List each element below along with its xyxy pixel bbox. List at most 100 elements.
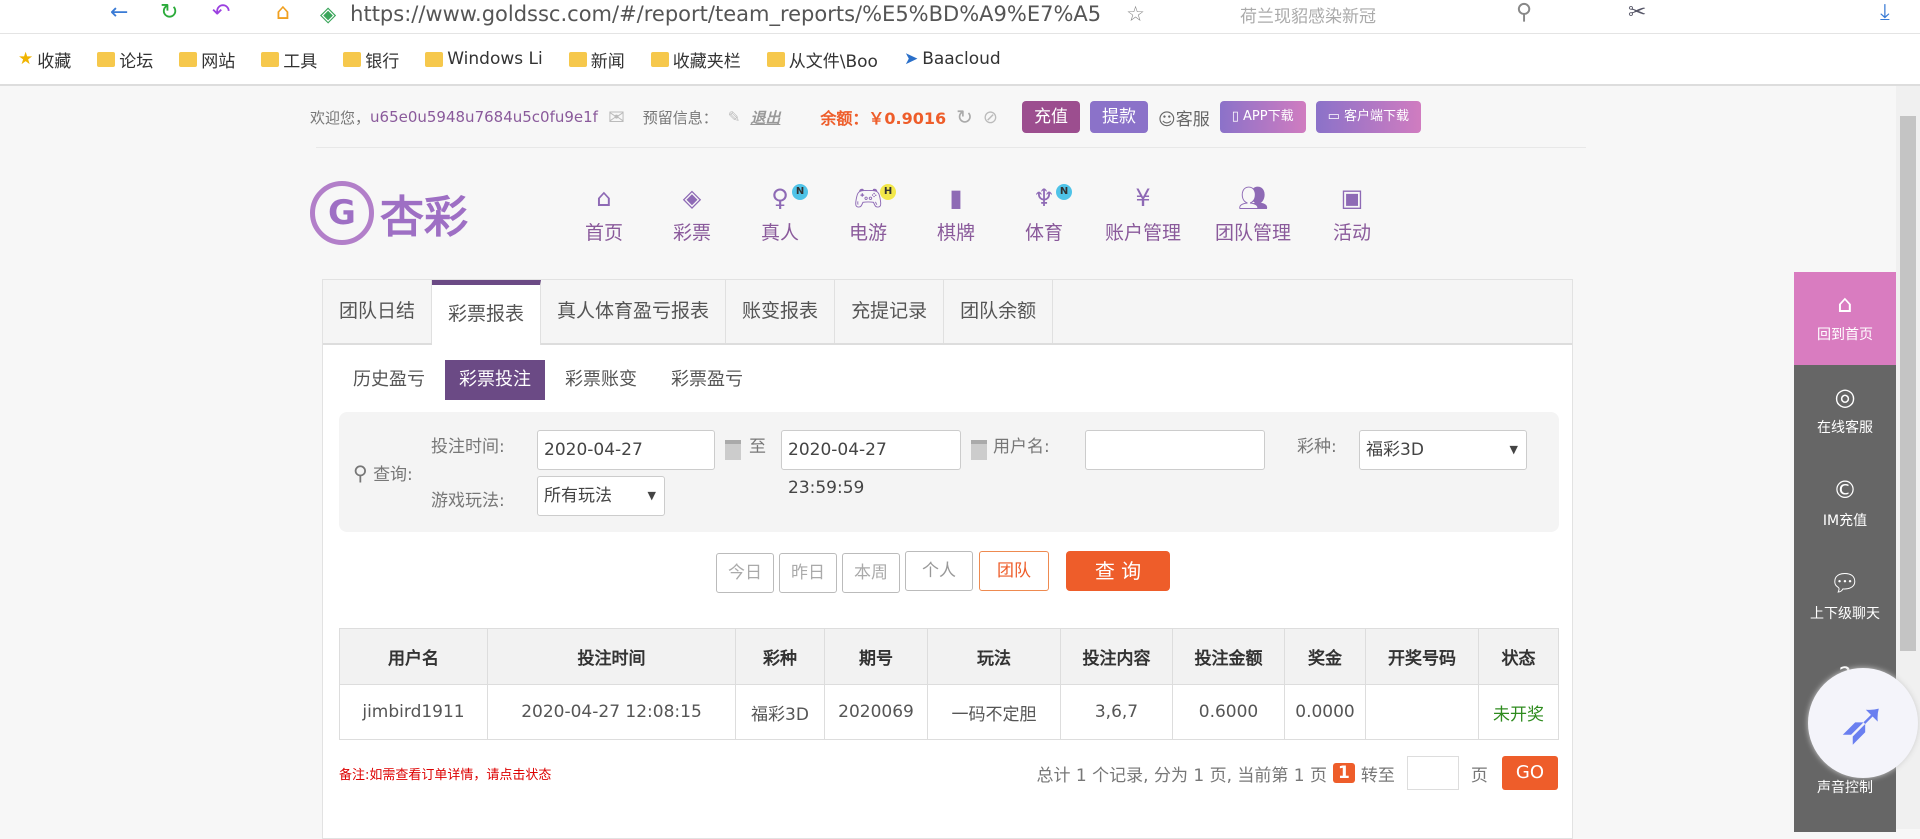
- nav-activity[interactable]: ▣ 活动: [1308, 184, 1396, 245]
- bookmark-favorites[interactable]: ★ 收藏: [18, 47, 71, 72]
- subtab-history-pnl[interactable]: 历史盈亏: [339, 360, 439, 400]
- bookmark[interactable]: 收藏夹栏: [650, 47, 741, 72]
- to-label: 至: [749, 437, 766, 457]
- back-icon[interactable]: ←: [110, 0, 128, 28]
- bookmark[interactable]: 银行: [343, 47, 399, 72]
- page-input[interactable]: [1406, 756, 1459, 790]
- this-week-button[interactable]: 本周: [842, 553, 900, 593]
- search-icon[interactable]: ⚲: [1516, 0, 1532, 28]
- column-header: 投注内容: [1060, 628, 1173, 685]
- withdraw-button[interactable]: 提款: [1089, 101, 1148, 133]
- cell-status[interactable]: 未开奖: [1478, 684, 1559, 740]
- bookmark[interactable]: 从文件\Boo: [766, 47, 878, 72]
- go-button[interactable]: GO: [1501, 756, 1558, 790]
- logout-link[interactable]: 退出: [750, 107, 780, 128]
- username-input[interactable]: [1085, 430, 1265, 470]
- im-deposit-button[interactable]: © IM充值: [1794, 458, 1896, 551]
- hide-eye-icon[interactable]: ⊘: [983, 107, 998, 128]
- refresh-icon[interactable]: ↻: [160, 0, 178, 28]
- welcome-label: 欢迎您，: [310, 108, 371, 127]
- today-button[interactable]: 今日: [716, 553, 774, 593]
- tab-team-daily[interactable]: 团队日结: [323, 280, 433, 343]
- end-time-input[interactable]: 2020-04-27 23:59:59: [781, 430, 961, 498]
- home-icon[interactable]: ⌂: [276, 0, 290, 28]
- calendar-icon[interactable]: [971, 440, 987, 460]
- table-header-row: 用户名 投注时间 彩种 期号 玩法 投注内容 投注金额 奖金 开奖号码 状态: [339, 628, 1559, 685]
- edit-icon[interactable]: ✎: [728, 108, 741, 126]
- deposit-button[interactable]: 充值: [1021, 101, 1080, 133]
- scissors-icon[interactable]: ✂: [1628, 0, 1646, 28]
- nav-account[interactable]: ¥ 账户管理: [1088, 184, 1198, 245]
- subtab-lottery-bets[interactable]: 彩票投注: [445, 360, 545, 400]
- trophy-icon: ♆: [1033, 184, 1055, 212]
- play-select[interactable]: 所有玩法 ▼: [537, 476, 665, 516]
- personal-button[interactable]: 个人: [905, 551, 973, 591]
- column-header: 奖金: [1284, 628, 1366, 685]
- nav-lottery[interactable]: ◈ 彩票: [648, 184, 736, 245]
- bookmark[interactable]: 新闻: [568, 47, 625, 72]
- site-logo[interactable]: G 杏彩: [310, 178, 510, 248]
- calendar-icon[interactable]: [725, 440, 741, 460]
- service-link[interactable]: ☺客服: [1158, 105, 1210, 130]
- search-box[interactable]: 荷兰现貂感染新冠: [1240, 2, 1376, 27]
- subtab-lottery-changes[interactable]: 彩票账变: [551, 360, 651, 400]
- cell-lottery: 福彩3D: [735, 684, 825, 740]
- mail-icon[interactable]: ✉: [608, 105, 625, 129]
- scrollbar-thumb[interactable]: [1900, 116, 1916, 651]
- url-text: https://www.goldssc.com/#/report/team_re…: [350, 2, 1102, 26]
- star-icon[interactable]: ☆: [1126, 2, 1145, 26]
- download-icon[interactable]: ⤓: [1880, 0, 1890, 28]
- column-header: 投注金额: [1172, 628, 1285, 685]
- team-icon: 👥︎: [1237, 184, 1269, 212]
- folder-icon: [261, 51, 280, 67]
- bookmark[interactable]: Windows Li: [425, 49, 543, 69]
- main-nav: ⌂ 首页 ◈ 彩票 ♀ N 真人 🎮︎ H 电游 ▮ 棋牌 ♆ N 体育 ¥ 账户管理 👥︎ 团队管理…: [560, 184, 1396, 245]
- lottery-select[interactable]: 福彩3D ▼: [1359, 430, 1527, 470]
- divider: [316, 147, 1586, 148]
- undo-icon[interactable]: ↶: [212, 0, 230, 28]
- user-info-bar: 欢迎您， u65e0u5948u7684u5c0fu9e1f ✉ 预留信息： ✎…: [310, 100, 1422, 134]
- caret-down-icon: ▼: [1509, 443, 1518, 456]
- team-button[interactable]: 团队: [979, 551, 1049, 591]
- new-badge: N: [1056, 184, 1072, 200]
- goto-label: 转至: [1360, 765, 1395, 786]
- app-download-button[interactable]: ▯ APP下载: [1219, 101, 1306, 133]
- query-form: ⚲ 查询: 投注时间: 2020-04-27 00:00:00 至 2020-0…: [339, 412, 1559, 532]
- nav-cards[interactable]: ▮ 棋牌: [912, 184, 1000, 245]
- bookmark-label: Windows Li: [447, 49, 543, 69]
- hummingbird-app-icon[interactable]: ➶: [1808, 668, 1918, 778]
- page-unit-label: 页: [1470, 765, 1488, 786]
- column-header: 投注时间: [487, 628, 736, 685]
- bookmark[interactable]: ➤ Baacloud: [904, 49, 1001, 69]
- nav-label: 棋牌: [936, 222, 975, 244]
- nav-team[interactable]: 👥︎ 团队管理: [1198, 184, 1308, 245]
- bookmark-label: 收藏: [37, 51, 72, 72]
- client-download-button[interactable]: ▭ 客户端下载: [1315, 101, 1422, 133]
- refresh-icon[interactable]: ↻: [956, 105, 973, 129]
- nav-home[interactable]: ⌂ 首页: [560, 184, 648, 245]
- tab-lottery-report[interactable]: 彩票报表: [432, 280, 542, 345]
- tab-deposit-withdraw[interactable]: 充提记录: [835, 280, 945, 343]
- query-button[interactable]: 查 询: [1066, 551, 1170, 591]
- tab-team-balance[interactable]: 团队余额: [944, 280, 1054, 343]
- address-bar[interactable]: ◈ https://www.goldssc.com/#/report/team_…: [320, 0, 1200, 28]
- online-service-button[interactable]: ◎ 在线客服: [1794, 365, 1896, 458]
- subtab-lottery-pnl[interactable]: 彩票盈亏: [657, 360, 757, 400]
- tab-account-change[interactable]: 账变报表: [726, 280, 836, 343]
- start-time-input[interactable]: 2020-04-27 00:00:00: [537, 430, 715, 498]
- tab-live-sports-report[interactable]: 真人体育盈亏报表: [541, 280, 727, 343]
- back-home-button[interactable]: ⌂ 回到首页: [1794, 272, 1896, 365]
- nav-label: 体育: [1024, 222, 1063, 244]
- sidebar-label: 回到首页: [1817, 327, 1873, 343]
- current-page[interactable]: 1: [1333, 763, 1355, 783]
- team-chat-button[interactable]: 💬︎ 上下级聊天: [1794, 551, 1896, 644]
- service-icon: ☺: [1157, 109, 1176, 130]
- bookmark[interactable]: 网站: [179, 47, 235, 72]
- nav-sports[interactable]: ♆ N 体育: [1000, 184, 1088, 245]
- yesterday-button[interactable]: 昨日: [779, 553, 837, 593]
- bookmark[interactable]: 论坛: [97, 47, 153, 72]
- folder-icon: [97, 51, 116, 67]
- nav-egames[interactable]: 🎮︎ H 电游: [824, 184, 912, 245]
- bookmark[interactable]: 工具: [261, 47, 317, 72]
- nav-live[interactable]: ♀ N 真人: [736, 184, 824, 245]
